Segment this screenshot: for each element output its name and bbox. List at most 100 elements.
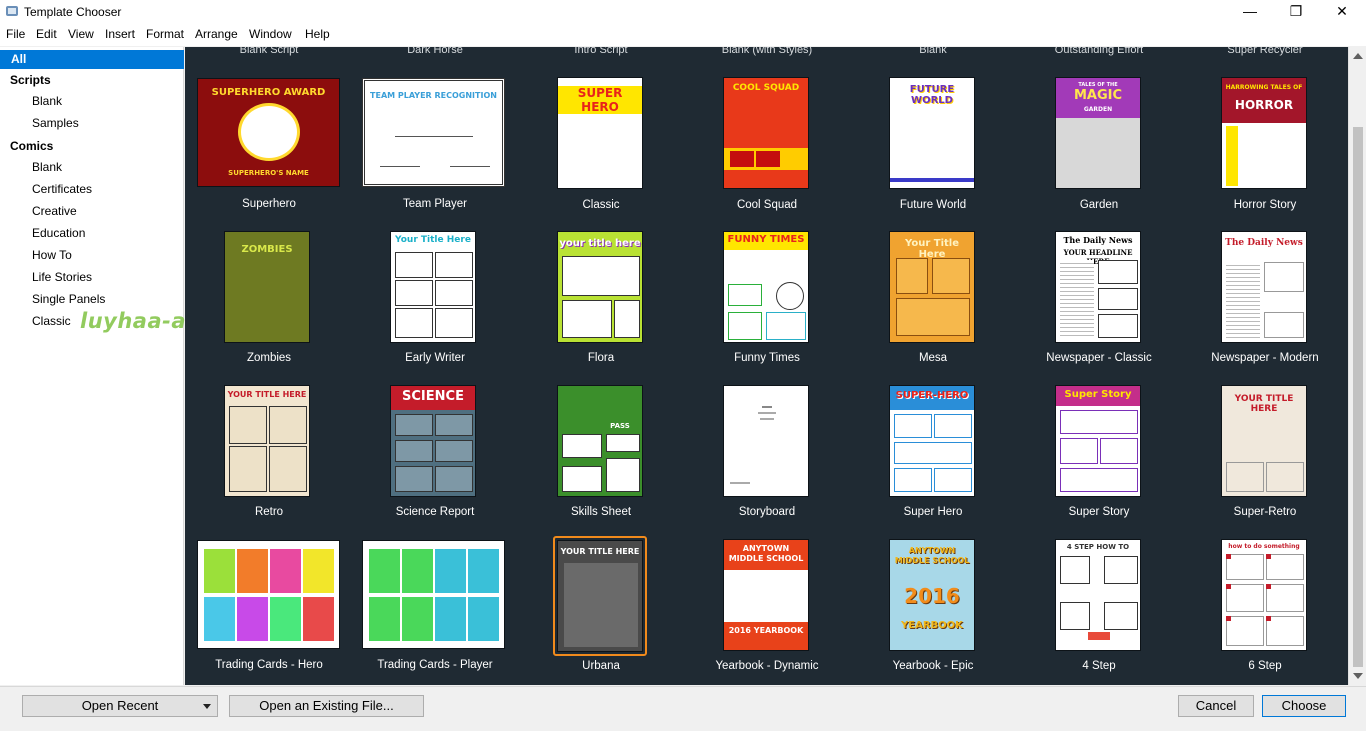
template-flora[interactable]: your title here (557, 231, 643, 343)
template-super-story[interactable]: Super Story (1055, 385, 1141, 497)
template-super-retro[interactable]: YOUR TITLE HERE (1221, 385, 1307, 497)
template-caption: Storyboard (738, 506, 796, 518)
scroll-up-arrow-icon[interactable] (1353, 53, 1363, 59)
template-caption: Trading Cards - Player (377, 659, 493, 671)
menu-help[interactable]: Help (305, 27, 330, 41)
template-horror-story[interactable]: HARROWING TALES OF HORROR (1221, 77, 1307, 189)
category-comics-certificates[interactable]: Certificates (32, 182, 92, 196)
open-existing-file-button[interactable]: Open an Existing File... (229, 695, 424, 717)
template-caption: Newspaper - Modern (1211, 352, 1319, 364)
category-heading-comics[interactable]: Comics (10, 139, 53, 153)
category-scripts-samples[interactable]: Samples (32, 116, 79, 130)
template-label[interactable]: Intro Script (521, 47, 681, 56)
template-caption: Classic (582, 199, 620, 211)
bottom-bar: Open Recent Open an Existing File... Can… (0, 686, 1366, 726)
category-comics-single-panels[interactable]: Single Panels (32, 292, 105, 306)
app-icon (6, 6, 18, 16)
template-caption: Yearbook - Epic (892, 660, 974, 672)
template-cool-squad[interactable]: COOL SQUAD (723, 77, 809, 189)
open-recent-button[interactable]: Open Recent (22, 695, 218, 717)
gallery-scrollbar[interactable] (1348, 47, 1366, 685)
template-label[interactable]: Blank (853, 47, 1013, 56)
template-future-world[interactable]: FUTURE WORLD (889, 77, 975, 189)
template-label[interactable]: Super Recycler (1185, 47, 1345, 56)
template-label[interactable]: Blank Script (189, 47, 349, 56)
template-caption: Funny Times (734, 352, 800, 364)
category-comics-blank[interactable]: Blank (32, 160, 62, 174)
menu-window[interactable]: Window (249, 27, 292, 41)
template-zombies[interactable]: ZOMBIES (224, 231, 310, 343)
template-retro[interactable]: YOUR TITLE HERE (224, 385, 310, 497)
category-comics-creative[interactable]: Creative (32, 204, 77, 218)
template-caption: Team Player (403, 198, 467, 210)
template-skills-sheet[interactable]: PASS (557, 385, 643, 497)
category-sidebar: All Scripts Blank Samples Comics Blank C… (0, 47, 296, 724)
category-heading-scripts[interactable]: Scripts (10, 73, 51, 87)
template-caption: Super Story (1068, 506, 1130, 518)
template-4-step[interactable]: 4 STEP HOW TO (1055, 539, 1141, 651)
template-caption: Cool Squad (736, 199, 798, 211)
menu-edit[interactable]: Edit (36, 27, 57, 41)
template-trading-cards-player[interactable] (362, 540, 505, 649)
title-bar: Template Chooser — ❐ ✕ (0, 0, 1366, 24)
template-funny-times[interactable]: FUNNY TIMES (723, 231, 809, 343)
category-comics-life-stories[interactable]: Life Stories (32, 270, 92, 284)
template-caption: Garden (1079, 199, 1119, 211)
template-urbana[interactable]: YOUR TITLE HERE (557, 540, 643, 652)
template-caption: Zombies (246, 352, 292, 364)
menu-insert[interactable]: Insert (105, 27, 135, 41)
template-caption: Early Writer (405, 352, 465, 364)
cancel-button[interactable]: Cancel (1178, 695, 1254, 717)
open-recent-label: Open Recent (81, 698, 159, 713)
category-all[interactable]: All (0, 50, 184, 69)
template-caption: Skills Sheet (570, 506, 632, 518)
category-comics-education[interactable]: Education (32, 226, 85, 240)
template-gallery: Blank Script Dark Horse Intro Script Bla… (185, 47, 1348, 685)
template-storyboard[interactable] (723, 385, 809, 497)
template-yearbook-epic[interactable]: ANYTOWN MIDDLE SCHOOL 2016 YEARBOOK (889, 539, 975, 651)
minimize-button[interactable]: — (1227, 0, 1273, 24)
menu-view[interactable]: View (68, 27, 94, 41)
category-scripts-blank[interactable]: Blank (32, 94, 62, 108)
template-caption: Superhero (242, 198, 296, 210)
template-label[interactable]: Blank (with Styles) (687, 47, 847, 56)
template-mesa[interactable]: Your Title Here (889, 231, 975, 343)
template-caption: Flora (587, 352, 615, 364)
template-team-player[interactable]: TEAM PLAYER RECOGNITION (362, 78, 505, 187)
menu-arrange[interactable]: Arrange (195, 27, 238, 41)
template-classic[interactable]: SUPER HERO (557, 77, 643, 189)
template-newspaper-modern[interactable]: The Daily News (1221, 231, 1307, 343)
template-trading-cards-hero[interactable] (197, 540, 340, 649)
template-caption: Science Report (395, 506, 475, 518)
menu-format[interactable]: Format (146, 27, 184, 41)
scroll-down-arrow-icon[interactable] (1353, 673, 1363, 679)
template-caption: Trading Cards - Hero (215, 659, 323, 671)
close-button[interactable]: ✕ (1319, 0, 1365, 24)
template-caption: 4 Step (1082, 660, 1116, 672)
template-caption: Future World (899, 199, 967, 211)
template-caption: Super Hero (903, 506, 963, 518)
template-yearbook-dynamic[interactable]: ANYTOWN MIDDLE SCHOOL 2016 YEARBOOK (723, 539, 809, 651)
template-6-step[interactable]: how to do something (1221, 539, 1307, 651)
menu-bar: File Edit View Insert Format Arrange Win… (0, 24, 1366, 46)
template-caption: Horror Story (1233, 199, 1297, 211)
chevron-down-icon (203, 704, 211, 709)
category-comics-how-to[interactable]: How To (32, 248, 72, 262)
template-newspaper-classic[interactable]: The Daily News YOUR HEADLINE HERE (1055, 231, 1141, 343)
template-superhero[interactable]: SUPERHERO AWARD SUPERHERO'S NAME (197, 78, 340, 187)
template-science-report[interactable]: SCIENCE (390, 385, 476, 497)
maximize-button[interactable]: ❐ (1273, 0, 1319, 24)
template-label[interactable]: Outstanding Effort (1019, 47, 1179, 56)
template-caption: Super-Retro (1233, 506, 1297, 518)
template-super-hero[interactable]: SUPER-HERO (889, 385, 975, 497)
template-garden[interactable]: TALES OF THE MAGIC GARDEN (1055, 77, 1141, 189)
template-caption: Urbana (582, 660, 620, 672)
template-early-writer[interactable]: Your Title Here (390, 231, 476, 343)
template-label[interactable]: Dark Horse (355, 47, 515, 56)
scrollbar-thumb[interactable] (1353, 127, 1363, 667)
menu-file[interactable]: File (6, 27, 25, 41)
choose-button[interactable]: Choose (1262, 695, 1346, 717)
category-comics-classic[interactable]: Classic (32, 314, 71, 328)
template-caption: Mesa (918, 352, 948, 364)
template-caption: Yearbook - Dynamic (715, 660, 819, 672)
